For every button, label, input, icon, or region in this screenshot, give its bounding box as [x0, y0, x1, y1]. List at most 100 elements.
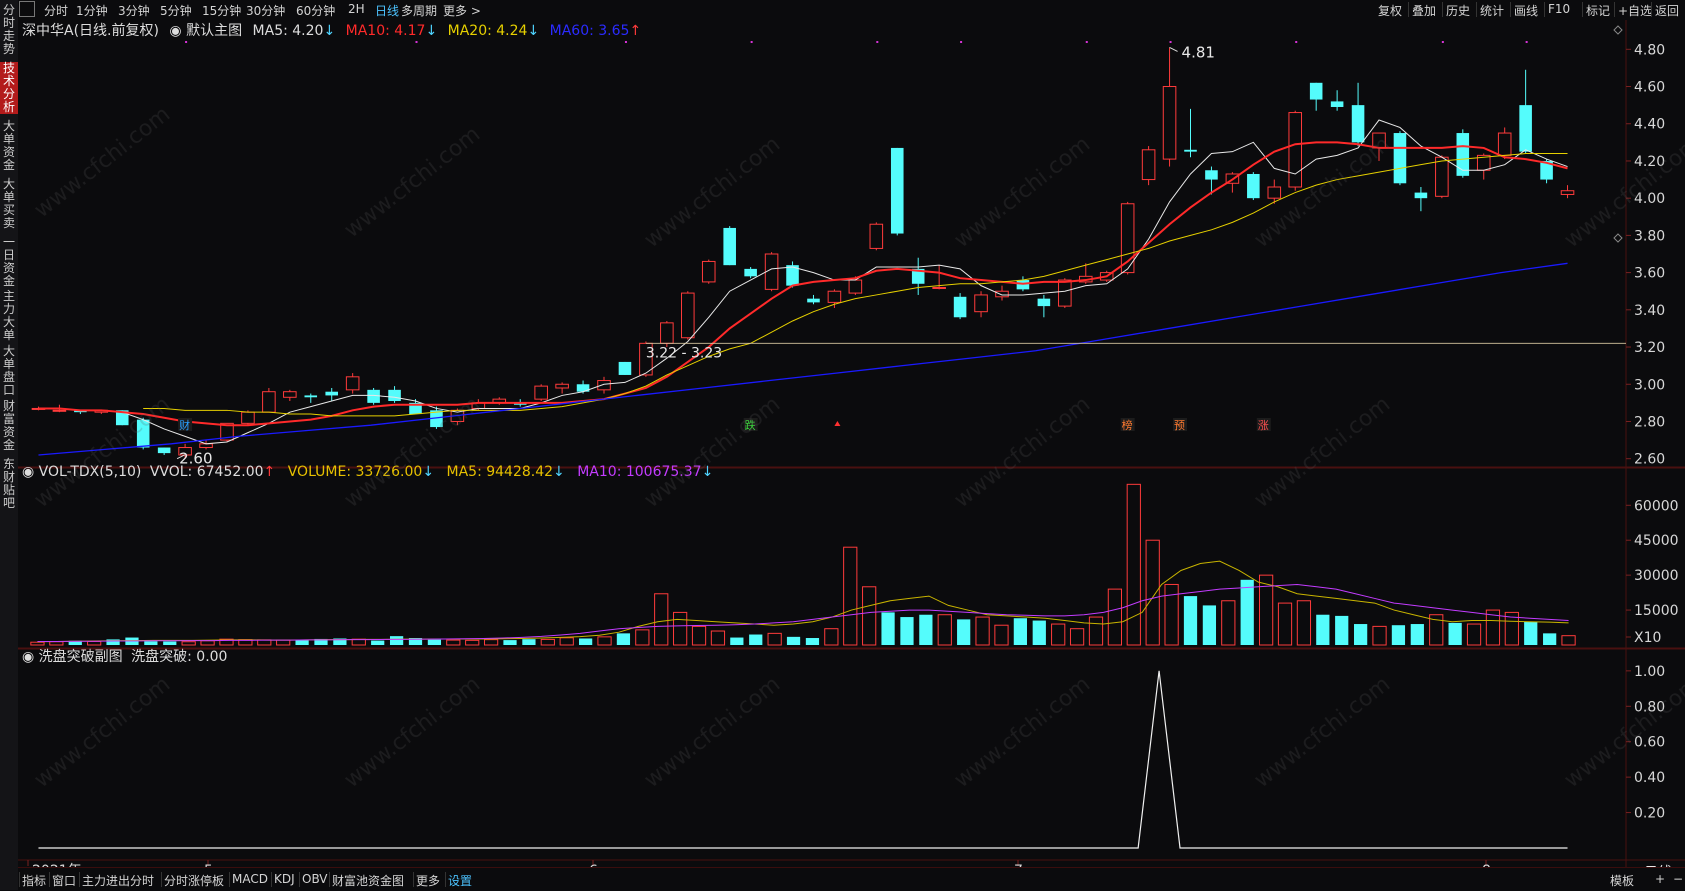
volume-bar-down[interactable] — [1240, 579, 1254, 645]
candle-body-up[interactable] — [262, 391, 276, 413]
volume-bar-down[interactable] — [522, 639, 536, 645]
volume-bar-up[interactable] — [673, 611, 688, 646]
bottom-tab-6[interactable]: OBV — [302, 872, 328, 886]
candle-body-down[interactable] — [1414, 192, 1428, 199]
volume-bar-down[interactable] — [1202, 605, 1217, 645]
left-nav-item-6[interactable]: 大单盘口 — [0, 345, 18, 397]
bottom-right-button-1[interactable]: + — [1655, 872, 1665, 886]
volume-bar-up[interactable] — [200, 640, 215, 646]
volume-bar-down[interactable] — [1183, 596, 1198, 645]
volume-bar-up[interactable] — [1069, 628, 1085, 646]
candle-body-down[interactable] — [1309, 82, 1323, 100]
candle-body-up[interactable] — [241, 411, 255, 424]
bottom-tab-3[interactable]: 分时涨停板 — [164, 872, 224, 889]
period-tab-4[interactable]: 15分钟 — [202, 2, 241, 19]
volume-bar-down[interactable] — [579, 638, 593, 645]
toolbar-button-5[interactable]: F10 — [1548, 2, 1570, 16]
candle-body-down[interactable] — [1037, 298, 1051, 307]
volume-bar-down[interactable] — [786, 636, 801, 645]
event-marker-0[interactable]: 财 — [179, 418, 190, 432]
bottom-tab-1[interactable]: 窗口 — [52, 872, 76, 889]
volume-bar-down[interactable] — [163, 641, 177, 645]
bottom-tab-7[interactable]: 财富池资金图 — [332, 872, 404, 889]
volume-bar-down[interactable] — [1335, 615, 1349, 645]
volume-bar-up[interactable] — [710, 630, 726, 646]
candle-body-up[interactable] — [534, 385, 548, 400]
volume-bar-up[interactable] — [1107, 588, 1123, 646]
volume-bar-down[interactable] — [389, 636, 404, 645]
candle-body-down[interactable] — [304, 395, 318, 398]
volume-bar-up[interactable] — [635, 629, 650, 646]
candle-body-down[interactable] — [157, 447, 171, 454]
toolbar-button-4[interactable]: 画线 — [1514, 2, 1538, 19]
volume-bar-up[interactable] — [483, 639, 499, 646]
volume-bar-down[interactable] — [106, 639, 120, 645]
candle-body-down[interactable] — [325, 391, 338, 396]
period-tab-2[interactable]: 3分钟 — [118, 2, 150, 19]
candle-body-up[interactable] — [660, 322, 674, 344]
candle-body-up[interactable] — [1560, 190, 1575, 195]
period-tab-1[interactable]: 1分钟 — [76, 2, 108, 19]
volume-bar-down[interactable] — [295, 640, 309, 645]
bottom-tab-9[interactable]: 设置 — [448, 872, 472, 889]
volume-bar-up[interactable] — [994, 624, 1009, 646]
volume-bar-up[interactable] — [843, 546, 858, 646]
volume-bar-down[interactable] — [1448, 622, 1462, 645]
left-nav-item-4[interactable]: 一日资金 — [0, 236, 18, 288]
volume-bar-up[interactable] — [181, 641, 196, 646]
volume-bar-up[interactable] — [862, 586, 877, 646]
candle-body-up[interactable] — [1288, 112, 1303, 188]
bottom-tab-8[interactable]: 更多 — [416, 872, 440, 889]
toolbar-button-3[interactable]: 统计 — [1480, 2, 1504, 19]
event-marker-2[interactable]: 榜 — [1122, 418, 1133, 432]
volume-bar-up[interactable] — [559, 637, 574, 646]
candle-body-down[interactable] — [1205, 170, 1218, 180]
stock-name[interactable]: 深中华A(日线.前复权) — [22, 23, 159, 39]
candle-body-up[interactable] — [974, 294, 988, 313]
candle-body-up[interactable] — [52, 409, 67, 412]
bottom-tab-5[interactable]: KDJ — [274, 872, 295, 886]
candle-body-up[interactable] — [932, 286, 946, 289]
candle-body-up[interactable] — [555, 383, 569, 389]
period-tab-5[interactable]: 30分钟 — [246, 2, 285, 19]
volume-bar-down[interactable] — [957, 619, 971, 645]
bottom-tab-0[interactable]: 指标 — [22, 872, 46, 889]
candle-body-up[interactable] — [597, 380, 611, 391]
toolbar-button-8[interactable]: 返回 — [1655, 2, 1679, 19]
candle-body-up[interactable] — [827, 290, 842, 303]
left-nav-item-5[interactable]: 主力大单 — [0, 290, 18, 342]
bottom-right-button-0[interactable]: 模板 — [1610, 872, 1634, 889]
candle-body-up[interactable] — [1162, 86, 1177, 160]
indicator-name[interactable]: ◉ 洗盘突破副图 — [22, 649, 123, 665]
volume-bar-up[interactable] — [49, 641, 64, 646]
volume-bar-up[interactable] — [540, 638, 555, 646]
candle-body-down[interactable] — [367, 389, 380, 403]
left-nav-item-8[interactable]: 东财贴吧 — [0, 458, 18, 512]
candle-body-up[interactable] — [1058, 279, 1072, 307]
candle-body-down[interactable] — [1184, 149, 1197, 152]
candle-body-down[interactable] — [723, 227, 736, 266]
candle-body-down[interactable] — [890, 147, 904, 234]
period-tab-0[interactable]: 分时 — [44, 2, 68, 19]
candle-body-down[interactable] — [1330, 101, 1344, 107]
volume-bar-up[interactable] — [1126, 483, 1141, 646]
volume-bar-up[interactable] — [446, 639, 461, 646]
volume-bar-down[interactable] — [1543, 633, 1557, 645]
volume-bar-up[interactable] — [937, 614, 952, 646]
event-marker-1[interactable]: 跌 — [745, 418, 756, 432]
candle-body-down[interactable] — [807, 298, 820, 303]
volume-bar-up[interactable] — [1296, 600, 1312, 646]
volume-bar-down[interactable] — [1013, 618, 1027, 645]
volume-bar-up[interactable] — [1164, 583, 1179, 646]
volume-bar-up[interactable] — [1372, 625, 1387, 646]
volume-bar-up[interactable] — [1051, 623, 1066, 646]
volume-bar-up[interactable] — [465, 639, 480, 646]
candle-body-up[interactable] — [1141, 149, 1156, 181]
candle-body-down[interactable] — [1393, 133, 1407, 184]
volume-bar-down[interactable] — [371, 640, 385, 645]
left-nav-item-2[interactable]: 大单资金 — [0, 120, 18, 174]
period-tab-6[interactable]: 60分钟 — [296, 2, 335, 19]
candle-body-down[interactable] — [1247, 173, 1260, 199]
volume-bar-down[interactable] — [749, 634, 763, 645]
volume-bar-up[interactable] — [1221, 600, 1236, 646]
